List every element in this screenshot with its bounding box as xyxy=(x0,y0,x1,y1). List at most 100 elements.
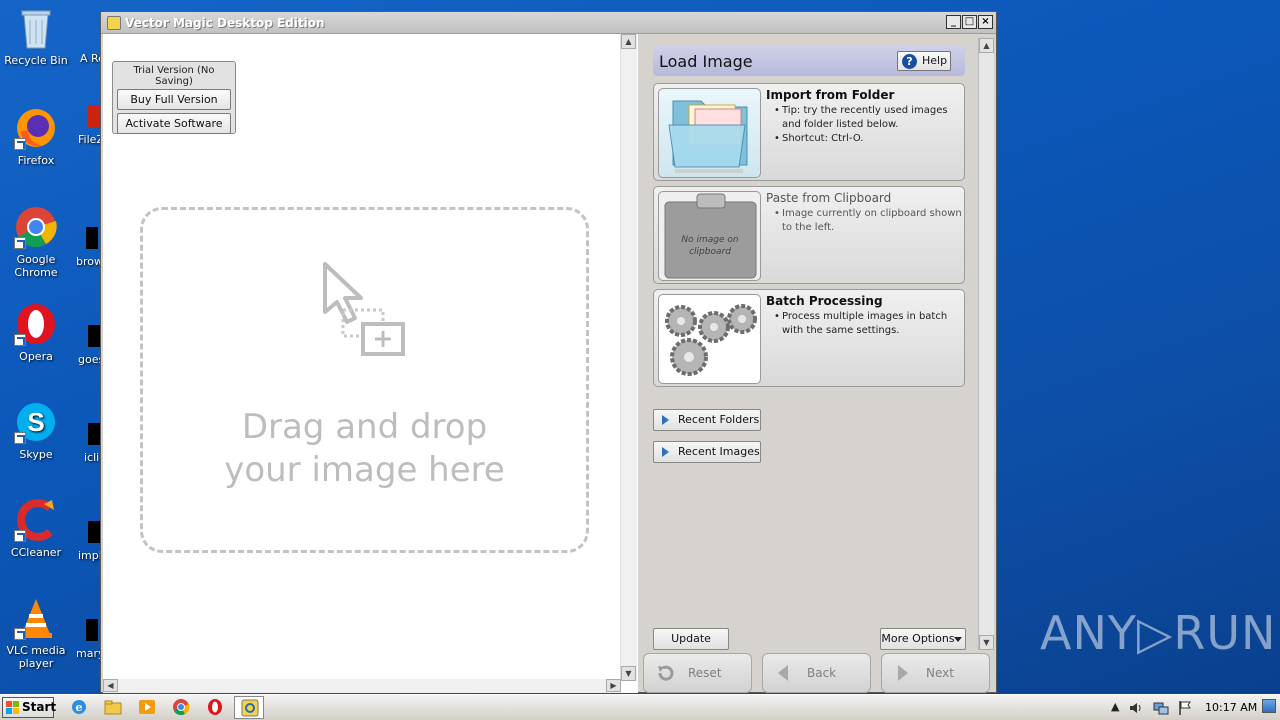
tray-expand-icon[interactable]: ▲ xyxy=(1111,700,1119,713)
trial-panel: Trial Version (No Saving) Buy Full Versi… xyxy=(112,61,236,134)
panel-vertical-scrollbar[interactable]: ▲ ▼ xyxy=(978,38,994,650)
help-label: Help xyxy=(922,54,948,67)
activate-software-button[interactable]: Activate Software xyxy=(117,113,231,134)
chrome-icon xyxy=(14,205,58,249)
canvas-vertical-scrollbar[interactable]: ▲ ▼ xyxy=(620,34,637,681)
desktop-icon-ccleaner[interactable]: CCleaner xyxy=(0,498,72,559)
desktop-icon-recycle-bin[interactable]: Recycle Bin xyxy=(0,6,72,67)
file-explorer-icon[interactable] xyxy=(104,698,122,716)
next-label: Next xyxy=(926,666,954,680)
scroll-down-arrow-icon[interactable]: ▼ xyxy=(979,635,994,650)
drop-cursor-icon xyxy=(323,262,413,365)
scroll-left-arrow-icon[interactable]: ◀ xyxy=(103,679,118,692)
clipboard-icon: No image on clipboard xyxy=(658,191,761,281)
next-arrow-icon xyxy=(898,665,908,681)
back-button[interactable]: Back xyxy=(762,653,871,693)
windows-flag-icon xyxy=(6,701,19,714)
desktop-icon-label: Opera xyxy=(19,350,53,363)
svg-text:S: S xyxy=(27,407,44,437)
desktop-icon-skype[interactable]: S Skype xyxy=(0,400,72,461)
reset-label: Reset xyxy=(688,666,722,680)
vector-magic-taskbar-button[interactable] xyxy=(234,696,264,719)
recent-images-expander[interactable]: Recent Images xyxy=(653,441,761,463)
next-button[interactable]: Next xyxy=(881,653,990,693)
desktop-icon-label: CCleaner xyxy=(10,546,62,559)
card-bullets: Image currently on clipboard shown to th… xyxy=(774,207,962,235)
card-bullet: Shortcut: Ctrl-O. xyxy=(774,132,962,146)
reset-icon xyxy=(658,665,674,681)
recent-folders-label: Recent Folders xyxy=(678,413,760,426)
paste-from-clipboard-card[interactable]: No image on clipboard Paste from Clipboa… xyxy=(653,186,965,284)
help-button[interactable]: ? Help xyxy=(897,51,951,71)
ccleaner-icon xyxy=(14,498,58,542)
desktop-icon-label: Recycle Bin xyxy=(4,54,68,67)
help-icon: ? xyxy=(902,54,917,69)
drop-line-1: Drag and drop xyxy=(241,407,488,447)
drop-zone[interactable]: Drag and drop your image here xyxy=(140,207,589,553)
card-bullets: Tip: try the recently used images and fo… xyxy=(774,104,962,146)
opera-taskbar-icon[interactable] xyxy=(206,698,224,716)
recent-folders-expander[interactable]: Recent Folders xyxy=(653,409,761,431)
clock[interactable]: 10:17 AM xyxy=(1205,701,1257,714)
card-title: Batch Processing xyxy=(766,294,883,308)
card-bullet: Image currently on clipboard shown to th… xyxy=(774,207,962,235)
desktop-icon-firefox[interactable]: Firefox xyxy=(0,106,72,167)
opera-icon xyxy=(14,302,58,346)
desktop-icon-chrome[interactable]: Google Chrome xyxy=(0,205,72,279)
folder-icon xyxy=(658,88,761,178)
desktop-icon-opera[interactable]: Opera xyxy=(0,302,72,363)
title-bar[interactable]: Vector Magic Desktop Edition _ □ × xyxy=(101,12,996,34)
media-player-icon[interactable] xyxy=(138,698,156,716)
trial-label: Trial Version (No Saving) xyxy=(133,65,215,87)
vlc-icon xyxy=(14,596,58,640)
panel-title: Load Image xyxy=(659,52,753,71)
desktop-icon-label: VLC media player xyxy=(6,644,66,670)
image-canvas[interactable]: Trial Version (No Saving) Buy Full Versi… xyxy=(103,34,638,693)
vector-magic-icon xyxy=(241,699,259,717)
card-title: Import from Folder xyxy=(766,88,895,102)
network-icon[interactable] xyxy=(1153,700,1169,716)
expand-triangle-icon xyxy=(662,415,669,425)
drop-instructions: Drag and drop your image here xyxy=(143,406,586,492)
minimize-button[interactable]: _ xyxy=(946,15,961,29)
canvas-horizontal-scrollbar[interactable]: ◀ ▶ xyxy=(103,679,621,693)
scroll-right-arrow-icon[interactable]: ▶ xyxy=(606,679,621,692)
window-title: Vector Magic Desktop Edition xyxy=(125,15,325,30)
back-arrow-icon xyxy=(778,665,788,681)
start-button[interactable]: Start xyxy=(2,697,57,718)
desktop-icon-label: Google Chrome xyxy=(14,253,58,279)
card-bullet: Tip: try the recently used images and fo… xyxy=(774,104,962,132)
gears-icon xyxy=(658,294,761,384)
svg-text:e: e xyxy=(76,701,83,714)
desktop-icon-label: Firefox xyxy=(17,154,55,167)
buy-full-version-button[interactable]: Buy Full Version xyxy=(117,89,231,110)
start-label: Start xyxy=(22,700,57,714)
clipboard-thumb-text: No image on clipboard xyxy=(681,235,739,257)
firefox-icon xyxy=(14,106,58,150)
chrome-taskbar-icon[interactable] xyxy=(172,698,190,716)
scroll-up-arrow-icon[interactable]: ▲ xyxy=(621,34,636,49)
scroll-up-arrow-icon[interactable]: ▲ xyxy=(979,38,994,53)
recycle-bin-icon xyxy=(14,6,58,50)
scroll-down-arrow-icon[interactable]: ▼ xyxy=(621,666,636,681)
update-button[interactable]: Update xyxy=(653,628,729,650)
show-desktop-button[interactable] xyxy=(1262,699,1276,713)
desktop-icon-vlc[interactable]: VLC media player xyxy=(0,596,72,670)
skype-icon: S xyxy=(14,400,58,444)
load-image-panel: Load Image ? Help Import from Folder Tip… xyxy=(642,34,978,651)
import-from-folder-card[interactable]: Import from Folder Tip: try the recently… xyxy=(653,83,965,181)
more-options-button[interactable]: More Options xyxy=(880,628,966,650)
batch-processing-card[interactable]: Batch Processing Process multiple images… xyxy=(653,289,965,387)
reset-button[interactable]: Reset xyxy=(643,653,752,693)
maximize-button[interactable]: □ xyxy=(962,15,977,29)
card-title: Paste from Clipboard xyxy=(766,191,892,205)
taskbar: Start e ▲ 10:17 AM xyxy=(0,694,1280,720)
partial-icon-label: brow xyxy=(76,255,103,268)
close-button[interactable]: × xyxy=(978,15,993,29)
drop-line-2: your image here xyxy=(224,450,505,490)
card-bullets: Process multiple images in batch with th… xyxy=(774,310,962,338)
desktop-icon-label: Skype xyxy=(19,448,53,461)
speaker-icon[interactable] xyxy=(1128,700,1144,716)
internet-explorer-icon[interactable]: e xyxy=(70,698,88,716)
action-center-flag-icon[interactable] xyxy=(1177,700,1193,716)
